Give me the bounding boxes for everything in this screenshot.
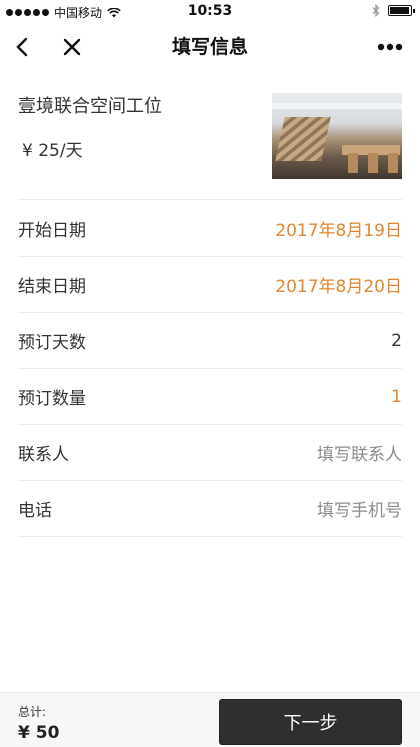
product-card: 壹境联合空间工位 ¥ 25/天	[18, 88, 402, 200]
row-days: 预订天数 2	[18, 313, 402, 369]
more-button[interactable]	[368, 22, 412, 72]
row-contact[interactable]: 联系人 填写联系人	[18, 425, 402, 481]
end-date-value: 2017年8月20日	[275, 277, 402, 297]
status-time: 10:53	[187, 3, 233, 19]
total-label: 总计:	[18, 705, 47, 719]
contact-input[interactable]: 填写联系人	[317, 440, 402, 465]
row-label: 电话	[18, 501, 52, 521]
row-label: 预订数量	[18, 389, 86, 409]
row-label: 结束日期	[18, 277, 86, 297]
row-label: 开始日期	[18, 221, 86, 241]
page-title: 填写信息	[171, 36, 248, 58]
days-value: 2	[391, 330, 402, 351]
bluetooth-icon	[372, 4, 380, 17]
phone-input[interactable]: 填写手机号	[317, 496, 402, 521]
row-label: 联系人	[18, 445, 69, 465]
row-quantity[interactable]: 预订数量 1	[18, 369, 402, 425]
total-amount: ¥ 50	[18, 723, 60, 743]
next-step-button[interactable]: 下一步	[219, 699, 402, 745]
product-name: 壹境联合空间工位	[18, 96, 162, 117]
navigation-bar: 填写信息	[0, 22, 420, 72]
row-label: 预订天数	[18, 333, 86, 353]
battery-icon	[388, 5, 415, 16]
row-phone[interactable]: 电话 填写手机号	[18, 481, 402, 537]
row-start-date[interactable]: 开始日期 2017年8月19日	[18, 201, 402, 257]
status-bar: 中国移动 10:53	[0, 0, 420, 22]
start-date-value: 2017年8月19日	[275, 221, 402, 241]
more-dots-icon	[377, 43, 403, 51]
checkout-footer: 总计: ¥ 50 下一步	[0, 692, 420, 747]
status-right	[372, 4, 415, 17]
row-end-date[interactable]: 结束日期 2017年8月20日	[18, 257, 402, 313]
booking-form: 开始日期 2017年8月19日 结束日期 2017年8月20日 预订天数 2 预…	[18, 201, 402, 537]
quantity-value: 1	[391, 386, 402, 407]
product-price: ¥ 25/天	[22, 141, 83, 161]
product-photo	[272, 93, 402, 179]
